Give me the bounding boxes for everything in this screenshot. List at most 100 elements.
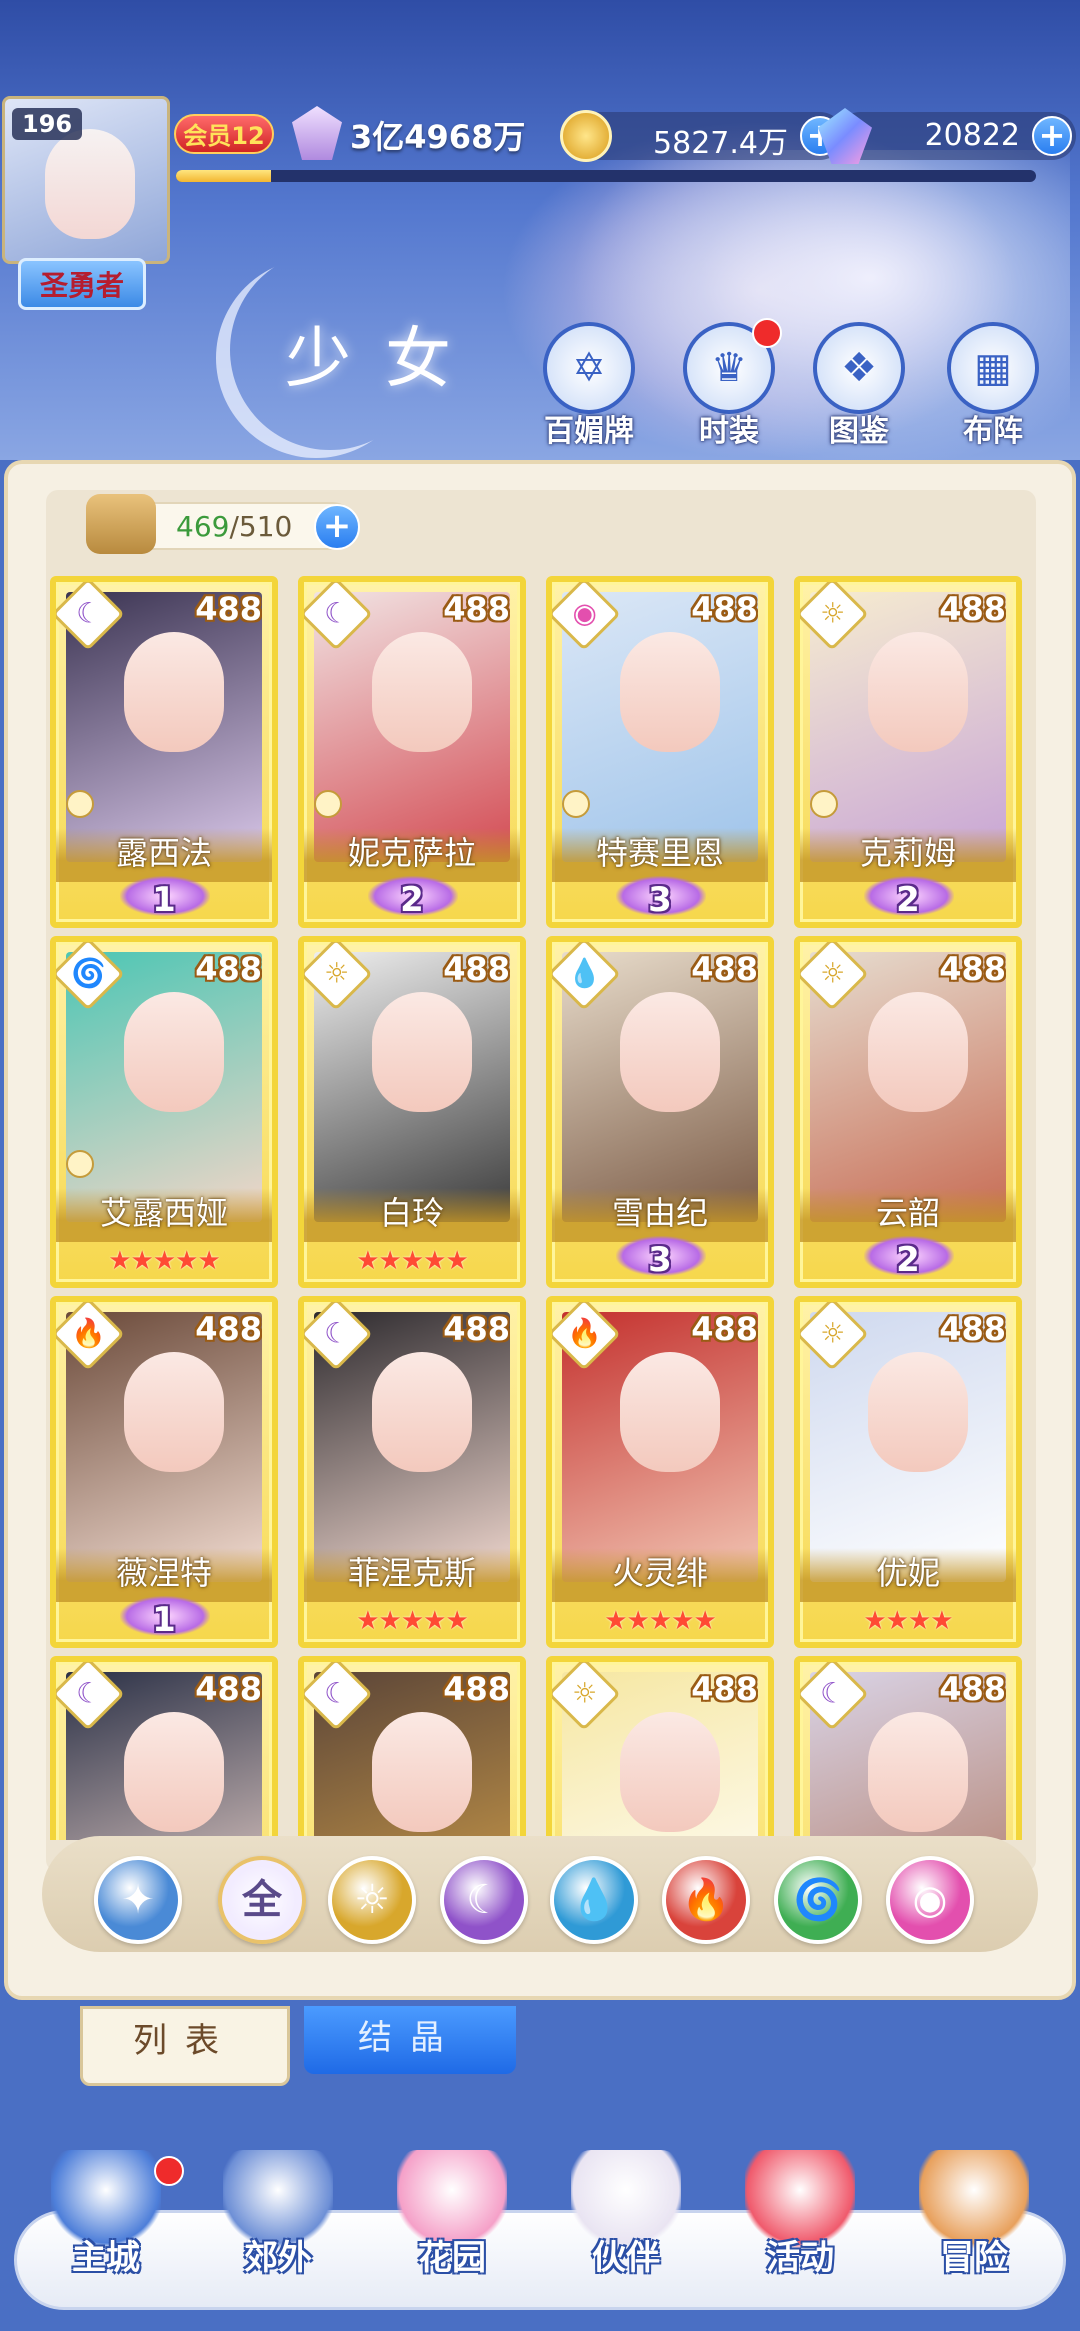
portrait-face: [372, 1352, 472, 1472]
rook-badge-icon: [562, 790, 590, 818]
companion-card[interactable]: ☼ 488: [546, 1656, 774, 1840]
star-rating: ★★★★★: [604, 1606, 717, 1636]
companion-card[interactable]: ☾ 488 露西法 1: [50, 576, 278, 928]
star-rating: ★★★★★: [356, 1606, 469, 1636]
companion-card[interactable]: ☼ 488 云韶 2: [794, 936, 1022, 1288]
collection-max: /510: [229, 510, 293, 543]
companion-level: 488: [691, 590, 758, 628]
companion-name: 白玲: [379, 1194, 444, 1232]
portrait-face: [868, 632, 968, 752]
companion-card[interactable]: ◉ 488 特赛里恩 3: [546, 576, 774, 928]
nav-button-label: 百媚牌: [544, 414, 634, 449]
companion-name: 优妮: [875, 1554, 940, 1592]
bottom-nav-4[interactable]: 活动: [720, 2150, 880, 2279]
companion-card[interactable]: 🌀 488 艾露西娅 ★★★★★: [50, 936, 278, 1288]
companion-level: 488: [443, 1310, 510, 1348]
companion-card[interactable]: 🔥 488 薇涅特 1: [50, 1296, 278, 1648]
companion-card[interactable]: ☾ 488: [794, 1656, 1022, 1840]
bottom-nav-3[interactable]: 伙伴: [546, 2150, 706, 2279]
vip-badge[interactable]: 会员12: [174, 114, 274, 154]
bottom-nav-2[interactable]: 花园: [372, 2150, 532, 2279]
portrait-face: [124, 632, 224, 752]
companion-level: 488: [939, 1670, 1006, 1708]
gold-coin-icon: [560, 110, 612, 162]
portrait-face: [868, 1352, 968, 1472]
filter-fire-button[interactable]: 🔥: [662, 1856, 750, 1944]
tab-list[interactable]: 列表: [80, 2006, 290, 2086]
rook-badge-icon: [314, 790, 342, 818]
companion-level: 488: [195, 1310, 262, 1348]
companion-name: 艾露西娅: [99, 1194, 228, 1232]
companion-card[interactable]: 💧 488 雪由纪 3: [546, 936, 774, 1288]
companion-name: 云韶: [875, 1194, 940, 1232]
awaken-rank: 1: [152, 1600, 176, 1640]
gem-amount: 20822: [924, 118, 1020, 153]
rook-badge-icon: [810, 790, 838, 818]
companion-name: 克莉姆: [859, 834, 956, 872]
player-title-badge[interactable]: 圣勇者: [18, 258, 146, 310]
portrait-face: [620, 632, 720, 752]
companion-card[interactable]: ☾ 488 菲涅克斯 ★★★★★: [298, 1296, 526, 1648]
star-rating: ★★★★★: [108, 1246, 221, 1276]
nav-button-formation[interactable]: ▦ 布阵: [938, 322, 1048, 450]
bottom-nav-label: 冒险: [940, 2238, 1008, 2278]
companion-name: 火灵绯: [611, 1554, 708, 1592]
portrait-face: [868, 1712, 968, 1832]
collection-current: 469: [176, 510, 230, 543]
rook-badge-icon: [66, 790, 94, 818]
companion-level: 488: [443, 1670, 510, 1708]
companion-card[interactable]: ☾ 488: [50, 1656, 278, 1840]
nav-button-codex[interactable]: ❖ 图鉴: [804, 322, 914, 450]
filter-moon-button[interactable]: ☾: [440, 1856, 528, 1944]
bottom-nav-1[interactable]: 郊外: [198, 2150, 358, 2279]
companion-name: 露西法: [115, 834, 212, 872]
portrait-face: [124, 1352, 224, 1472]
gem-resource: 20822 +: [836, 112, 1076, 160]
exp-progress-fill: [176, 170, 271, 182]
tab-crystal[interactable]: 结晶: [304, 2006, 516, 2074]
gold-resource: 5827.4万 +: [574, 112, 844, 161]
combat-power: 3亿4968万: [350, 118, 526, 156]
filter-all-button[interactable]: 全: [218, 1856, 306, 1944]
expand-capacity-button[interactable]: +: [314, 504, 360, 550]
portrait-face: [372, 632, 472, 752]
star-rating: ★★★★: [863, 1606, 953, 1636]
filter-water-button[interactable]: 💧: [550, 1856, 638, 1944]
companion-level: 488: [939, 1310, 1006, 1348]
portrait-face: [372, 992, 472, 1112]
companion-card[interactable]: ☾ 488: [298, 1656, 526, 1840]
bottom-nav-5[interactable]: 冒险: [894, 2150, 1054, 2279]
companion-level: 488: [443, 590, 510, 628]
companion-card[interactable]: ☼ 488 优妮 ★★★★: [794, 1296, 1022, 1648]
card-hexagram-icon: ✡: [543, 322, 635, 414]
companion-card[interactable]: ☼ 488 白玲 ★★★★★: [298, 936, 526, 1288]
companion-level: 488: [939, 590, 1006, 628]
bottom-nav-label: 活动: [766, 2238, 834, 2278]
awaken-rank: 2: [896, 1240, 920, 1280]
companion-level: 488: [443, 950, 510, 988]
companion-level: 488: [939, 950, 1006, 988]
companion-card[interactable]: ☼ 488 克莉姆 2: [794, 576, 1022, 928]
companion-name: 薇涅特: [115, 1554, 212, 1592]
filter-wind-button[interactable]: 🌀: [774, 1856, 862, 1944]
portrait-face: [372, 1712, 472, 1832]
add-gem-button[interactable]: +: [1032, 116, 1072, 156]
bottom-nav-label: 主城: [72, 2238, 140, 2278]
filter-sort-button[interactable]: ✦: [94, 1856, 182, 1944]
portrait-face: [124, 992, 224, 1112]
rook-badge-icon: [66, 1150, 94, 1178]
companion-card[interactable]: 🔥 488 火灵绯 ★★★★★: [546, 1296, 774, 1648]
filter-chaos-button[interactable]: ◉: [886, 1856, 974, 1944]
filter-sun-button[interactable]: ☼: [328, 1856, 416, 1944]
notification-dot: [154, 2156, 184, 2186]
page-title: 少女: [285, 320, 485, 397]
nav-button-label: 布阵: [963, 414, 1023, 449]
nav-button-baimei-cards[interactable]: ✡ 百媚牌: [534, 322, 644, 450]
portrait-face: [620, 1352, 720, 1472]
nav-button-label: 时装: [699, 414, 759, 449]
companion-level: 488: [691, 1310, 758, 1348]
companion-level: 488: [691, 950, 758, 988]
companion-card[interactable]: ☾ 488 妮克萨拉 2: [298, 576, 526, 928]
avatar-portrait: [45, 129, 135, 239]
bottom-nav-label: 花园: [418, 2238, 486, 2278]
